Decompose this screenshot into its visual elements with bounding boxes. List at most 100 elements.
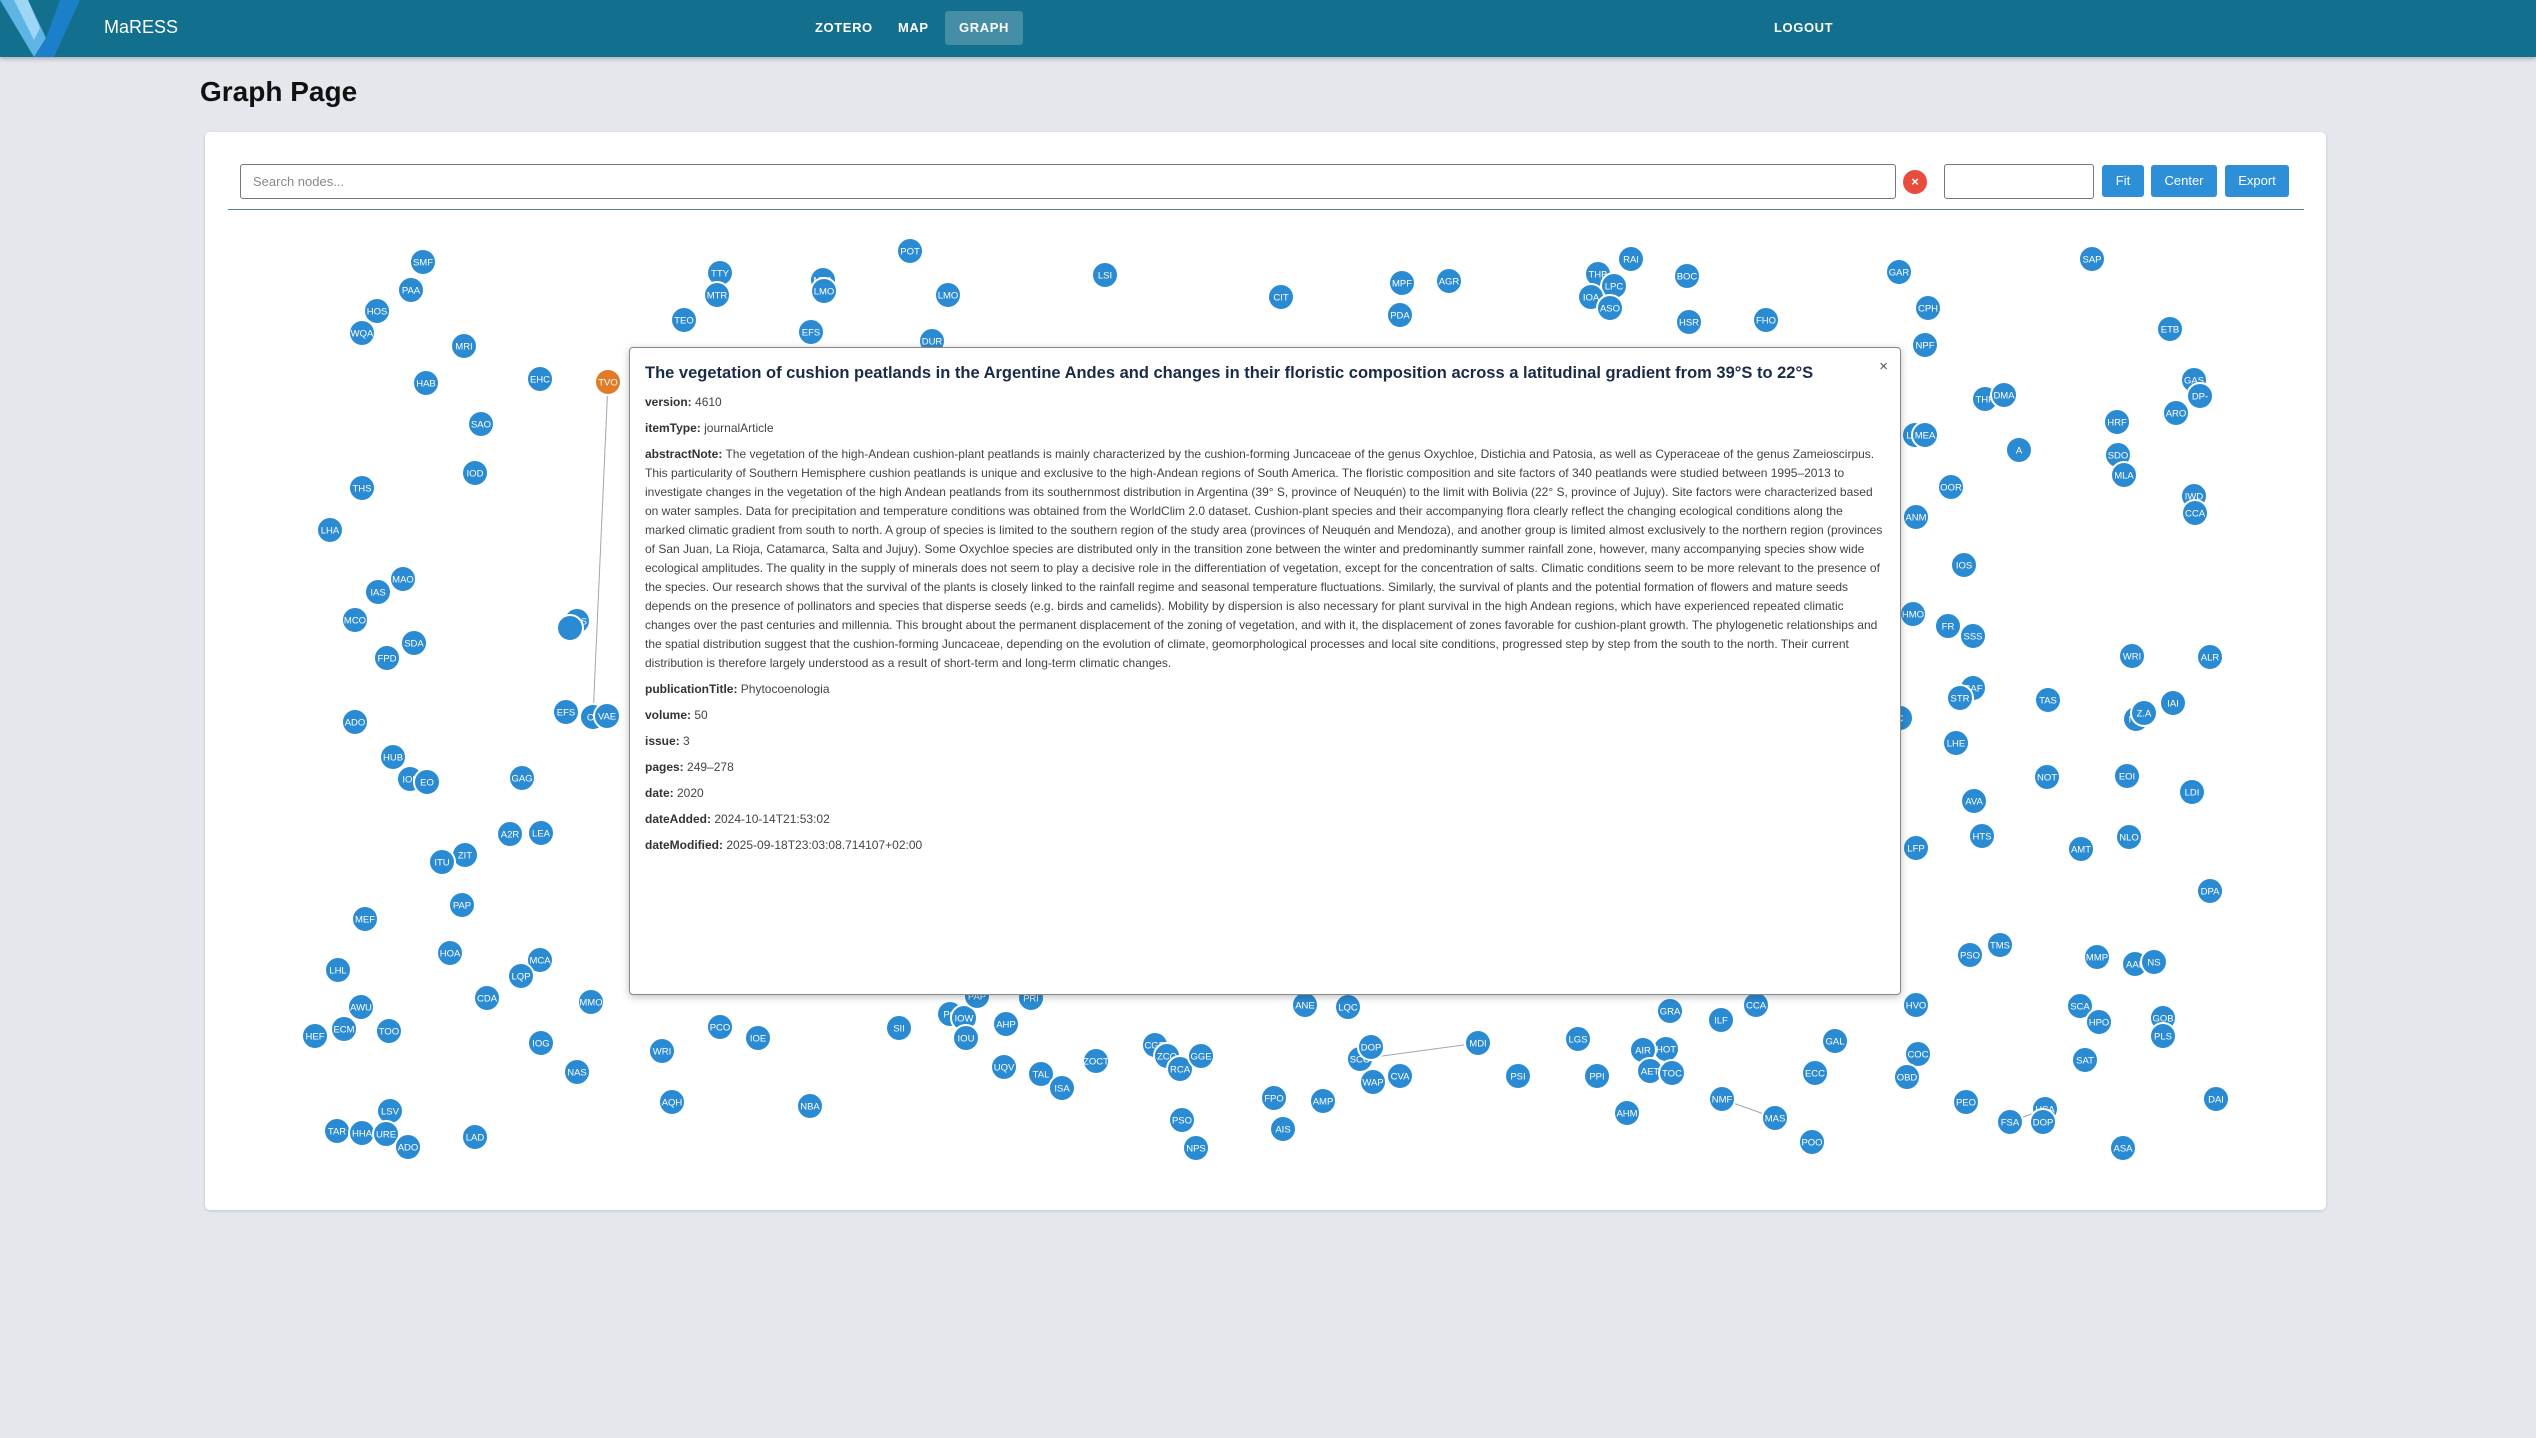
graph-node[interactable]: MDI <box>1464 1029 1492 1057</box>
graph-node[interactable]: FPO <box>1260 1084 1288 1112</box>
graph-node[interactable] <box>556 614 584 642</box>
graph-node[interactable]: ECM <box>330 1015 358 1043</box>
graph-node[interactable]: GAR <box>1885 258 1913 286</box>
graph-node[interactable]: LMO <box>934 281 962 309</box>
clear-search-button[interactable]: × <box>1903 170 1927 194</box>
graph-node[interactable]: HAB <box>412 369 440 397</box>
graph-node[interactable]: OOR <box>1937 473 1965 501</box>
graph-node[interactable]: DP- <box>2186 382 2214 410</box>
graph-node[interactable]: WRI <box>648 1037 676 1065</box>
graph-node[interactable]: CVA <box>1386 1062 1414 1090</box>
graph-node[interactable]: IOE <box>744 1024 772 1052</box>
graph-node[interactable]: CCA <box>2181 499 2209 527</box>
nav-zotero-button[interactable]: ZOTERO <box>801 11 887 45</box>
graph-node[interactable]: PAP <box>448 891 476 919</box>
graph-node[interactable]: NPS <box>1182 1134 1210 1162</box>
graph-node[interactable]: PEO <box>1952 1088 1980 1116</box>
graph-node[interactable]: TOO <box>375 1017 403 1045</box>
logout-button[interactable]: LOGOUT <box>1760 11 1847 45</box>
graph-node[interactable]: TOC <box>1658 1059 1686 1087</box>
graph-node[interactable]: DOP <box>2029 1108 2057 1136</box>
graph-node[interactable]: NAS <box>563 1058 591 1086</box>
fit-button[interactable]: Fit <box>2102 165 2144 197</box>
graph-node[interactable]: FR <box>1934 612 1962 640</box>
graph-node[interactable]: HUB <box>379 743 407 771</box>
graph-node[interactable]: POO <box>1798 1128 1826 1156</box>
graph-node[interactable]: IOD <box>461 459 489 487</box>
graph-node[interactable]: HSR <box>1675 308 1703 336</box>
graph-node[interactable]: LDI <box>2178 778 2206 806</box>
graph-node[interactable]: ASO <box>1596 294 1624 322</box>
graph-node[interactable]: ISA <box>1048 1074 1076 1102</box>
graph-node[interactable]: GAL <box>1821 1027 1849 1055</box>
graph-node[interactable]: THS <box>348 474 376 502</box>
graph-node[interactable]: VAE <box>593 702 621 730</box>
graph-node[interactable]: MEF <box>351 905 379 933</box>
graph-node[interactable]: OBD <box>1893 1063 1921 1091</box>
graph-node[interactable]: WQA <box>348 319 376 347</box>
graph-node[interactable]: MTR <box>703 281 731 309</box>
graph-node[interactable]: GAG <box>508 764 536 792</box>
graph-node[interactable]: AVA <box>1960 787 1988 815</box>
graph-node[interactable]: EFS <box>552 698 580 726</box>
graph-node[interactable]: MLA <box>2110 461 2138 489</box>
graph-node[interactable]: AMT <box>2067 835 2095 863</box>
graph-node[interactable]: TMS <box>1986 931 2014 959</box>
graph-node[interactable]: LSI <box>1091 261 1119 289</box>
graph-node[interactable]: MCO <box>341 606 369 634</box>
graph-node[interactable]: DOP <box>1357 1033 1385 1061</box>
export-button[interactable]: Export <box>2225 165 2289 197</box>
graph-node[interactable]: NS <box>2140 948 2168 976</box>
graph-node[interactable]: ZOCT <box>1082 1047 1110 1075</box>
graph-node[interactable]: LQP <box>507 962 535 990</box>
graph-node[interactable]: ALR <box>2196 643 2224 671</box>
nav-map-button[interactable]: MAP <box>884 11 943 45</box>
graph-node[interactable]: IOU <box>952 1024 980 1052</box>
graph-node[interactable]: LHA <box>316 516 344 544</box>
graph-node[interactable]: LAD <box>461 1123 489 1151</box>
graph-node[interactable]: ADO <box>341 708 369 736</box>
graph-node[interactable]: LFP <box>1902 834 1930 862</box>
graph-node[interactable]: IOG <box>527 1029 555 1057</box>
graph-node[interactable]: ANE <box>1291 991 1319 1019</box>
graph-node[interactable]: IAI <box>2159 689 2187 717</box>
graph-node[interactable]: RAI <box>1617 245 1645 273</box>
graph-node[interactable]: SAT <box>2071 1046 2099 1074</box>
graph-node[interactable]: LHL <box>324 956 352 984</box>
graph-node[interactable]: ECC <box>1801 1059 1829 1087</box>
graph-node[interactable]: WAP <box>1359 1068 1387 1096</box>
graph-node[interactable]: TAS <box>2034 686 2062 714</box>
graph-node[interactable]: PAA <box>397 276 425 304</box>
graph-node[interactable]: EOI <box>2113 762 2141 790</box>
graph-node[interactable]: HPO <box>2085 1008 2113 1036</box>
graph-node[interactable]: AWU <box>347 993 375 1021</box>
graph-node[interactable]: WRI <box>2118 642 2146 670</box>
graph-node[interactable]: FHO <box>1752 306 1780 334</box>
close-icon[interactable]: × <box>1879 358 1888 375</box>
graph-node[interactable]: SAP <box>2078 245 2106 273</box>
graph-node[interactable]: PDA <box>1386 301 1414 329</box>
graph-node[interactable]: HRF <box>2103 408 2131 436</box>
graph-node[interactable]: MEA <box>1911 421 1939 449</box>
search-input[interactable] <box>240 164 1896 199</box>
graph-node[interactable]: PSO <box>1956 941 1984 969</box>
graph-node-circle[interactable] <box>556 614 584 642</box>
graph-node[interactable]: TAR <box>323 1117 351 1145</box>
graph-node[interactable]: PCO <box>706 1013 734 1041</box>
graph-node[interactable]: SSS <box>1959 622 1987 650</box>
graph-node[interactable]: A2R <box>496 820 524 848</box>
graph-node[interactable]: LEA <box>527 819 555 847</box>
graph-node[interactable]: ASA <box>2109 1134 2137 1162</box>
graph-node[interactable]: LGS <box>1564 1025 1592 1053</box>
graph-node[interactable]: STR <box>1946 684 1974 712</box>
graph-node[interactable]: AIS <box>1269 1115 1297 1143</box>
graph-node[interactable]: LHE <box>1942 729 1970 757</box>
graph-node[interactable]: A <box>2005 436 2033 464</box>
graph-node[interactable]: IAS <box>364 578 392 606</box>
graph-node[interactable]: AHP <box>992 1010 1020 1038</box>
graph-node[interactable]: SDA <box>400 629 428 657</box>
graph-node[interactable]: NLO <box>2115 823 2143 851</box>
graph-node[interactable]: MRI <box>450 332 478 360</box>
center-button[interactable]: Center <box>2151 165 2217 197</box>
graph-node[interactable]: LQC <box>1334 993 1362 1021</box>
